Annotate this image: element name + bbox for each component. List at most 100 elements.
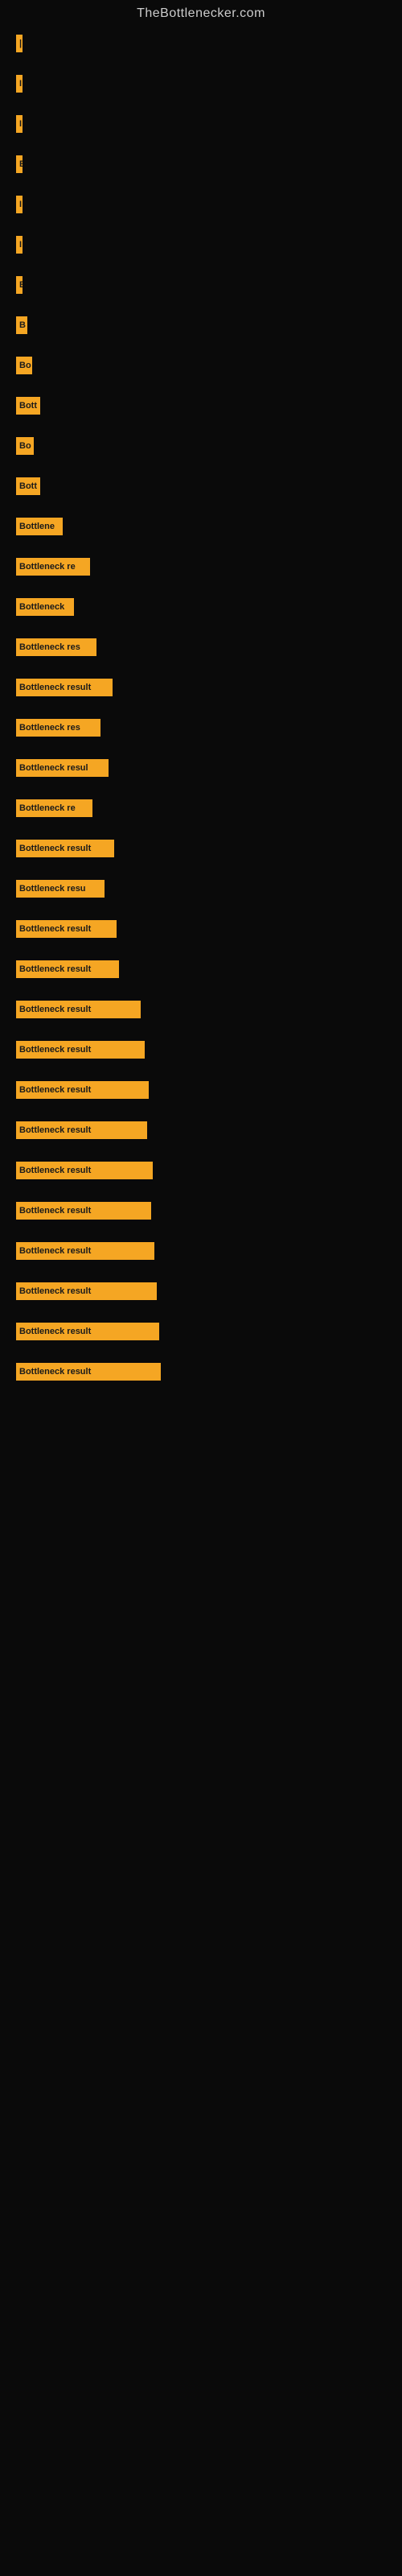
bar-label: E <box>19 159 23 169</box>
bar-label: I <box>19 79 22 89</box>
bar: E <box>16 155 23 173</box>
bar-row: Bottleneck res <box>16 716 386 739</box>
bar: Bottleneck result <box>16 1202 151 1220</box>
bar-label: Bottleneck re <box>19 562 76 572</box>
bar-label: | <box>19 39 22 48</box>
bar-spacer <box>16 459 386 475</box>
bar-row: Bottleneck re <box>16 555 386 578</box>
bar-spacer <box>16 1304 386 1320</box>
bar-row: | <box>16 32 386 55</box>
bar: Bottleneck res <box>16 719 100 737</box>
bar-row: E <box>16 274 386 296</box>
bar-spacer <box>16 97 386 113</box>
bar-spacer <box>16 781 386 797</box>
bar-label: Bottleneck resul <box>19 763 88 773</box>
bar: Bott <box>16 397 40 415</box>
bar-label: Bottleneck result <box>19 924 91 934</box>
bar-spacer <box>16 821 386 837</box>
bar-row: Bott <box>16 475 386 497</box>
bar-row: Bottleneck result <box>16 958 386 980</box>
bar-spacer <box>16 942 386 958</box>
bar-label: B <box>19 320 26 330</box>
bar-row: Bottleneck <box>16 596 386 618</box>
bar-label: Bottleneck result <box>19 844 91 853</box>
bar-label: Bottleneck result <box>19 683 91 692</box>
bar-spacer <box>16 499 386 515</box>
bar-spacer <box>16 1022 386 1038</box>
bar-spacer <box>16 1264 386 1280</box>
bar: Bottleneck resul <box>16 759 109 777</box>
bar-row: Bottleneck result <box>16 918 386 940</box>
bar-row: Bottleneck result <box>16 837 386 860</box>
bar: Bottleneck result <box>16 1162 153 1179</box>
bar-spacer <box>16 1103 386 1119</box>
bar: Bottlene <box>16 518 63 535</box>
bar: Bottleneck result <box>16 1323 159 1340</box>
bar-label: Bottleneck result <box>19 964 91 974</box>
bar-spacer <box>16 1143 386 1159</box>
bar-row: Bottleneck result <box>16 1199 386 1222</box>
bar-row: Bottleneck result <box>16 1079 386 1101</box>
bar-label: I <box>19 119 22 129</box>
bar: Bottleneck result <box>16 1001 141 1018</box>
bar-label: Bottleneck result <box>19 1367 91 1377</box>
bar-row: Bottleneck result <box>16 998 386 1021</box>
bar-label: Bottleneck result <box>19 1166 91 1175</box>
bar: E <box>16 276 23 294</box>
bar: Bottleneck result <box>16 1081 149 1099</box>
bar-label: Bottleneck result <box>19 1327 91 1336</box>
bar-spacer <box>16 258 386 274</box>
bar-spacer <box>16 378 386 394</box>
bar-spacer <box>16 620 386 636</box>
bar: Bo <box>16 357 32 374</box>
bar-label: Bottleneck res <box>19 642 80 652</box>
bar-label: Bottleneck result <box>19 1286 91 1296</box>
bar-row: I <box>16 193 386 216</box>
bar-row: Bo <box>16 354 386 377</box>
bar-label: Bott <box>19 401 37 411</box>
bar-label: Bottleneck result <box>19 1085 91 1095</box>
bar-label: Bottleneck result <box>19 1125 91 1135</box>
bar-label: Bottleneck result <box>19 1045 91 1055</box>
bar-spacer <box>16 56 386 72</box>
bar-row: Bo <box>16 435 386 457</box>
bar-row: I <box>16 72 386 95</box>
bar-row: B <box>16 314 386 336</box>
bar-spacer <box>16 982 386 998</box>
site-title: TheBottlenecker.com <box>0 0 402 24</box>
bar-spacer <box>16 539 386 555</box>
bar-label: Bottleneck result <box>19 1005 91 1014</box>
bar: I <box>16 75 23 93</box>
bar-label: Bottleneck result <box>19 1246 91 1256</box>
bar-row: Bottleneck res <box>16 636 386 658</box>
bar-spacer <box>16 580 386 596</box>
bar: Bottleneck res <box>16 638 96 656</box>
bar-row: Bottlene <box>16 515 386 538</box>
bar-row: I <box>16 113 386 135</box>
bar-spacer <box>16 902 386 918</box>
bar-label: Bott <box>19 481 37 491</box>
bar: I <box>16 196 23 213</box>
bar: I <box>16 115 23 133</box>
bar-spacer <box>16 419 386 435</box>
bar: Bottleneck result <box>16 1363 161 1381</box>
bar-label: Bottleneck <box>19 602 64 612</box>
bar-spacer <box>16 741 386 757</box>
bar: Bottleneck result <box>16 920 117 938</box>
bar-row: Bottleneck result <box>16 1159 386 1182</box>
bar-row: Bott <box>16 394 386 417</box>
bar: Bottleneck result <box>16 960 119 978</box>
bar-row: Bottleneck result <box>16 1320 386 1343</box>
bar-label: Bottleneck result <box>19 1206 91 1216</box>
bar-spacer <box>16 338 386 354</box>
bar: | <box>16 35 23 52</box>
bar-row: Bottleneck result <box>16 1360 386 1383</box>
bar-spacer <box>16 1224 386 1240</box>
bar-row: Bottleneck re <box>16 797 386 819</box>
bar-label: Bottleneck resu <box>19 884 86 894</box>
bar-label: I <box>19 240 22 250</box>
bar: I <box>16 236 23 254</box>
bar-row: Bottleneck resu <box>16 877 386 900</box>
bar-row: Bottleneck result <box>16 1119 386 1141</box>
bar-spacer <box>16 660 386 676</box>
